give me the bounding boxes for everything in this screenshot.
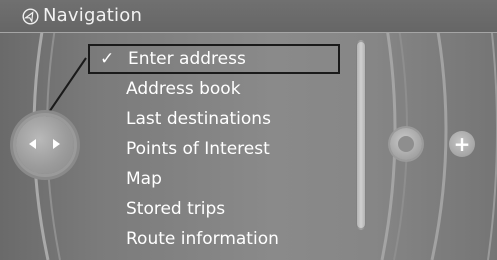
selection-pointer-line bbox=[44, 57, 87, 119]
menu-item-label: Map bbox=[126, 169, 162, 189]
navigation-menu: ✓ Enter address Address book Last destin… bbox=[88, 44, 348, 254]
title-bar: Navigation bbox=[0, 0, 497, 33]
navigation-icon bbox=[22, 8, 39, 25]
menu-item-enter-address[interactable]: ✓ Enter address bbox=[88, 44, 340, 74]
controller-knob-icon[interactable] bbox=[16, 116, 74, 174]
menu-item-label: Route information bbox=[126, 229, 279, 249]
map-icon[interactable] bbox=[390, 128, 422, 160]
page-title: Navigation bbox=[43, 5, 143, 26]
menu-item-label: Stored trips bbox=[126, 199, 226, 219]
menu-item-map[interactable]: Map bbox=[88, 164, 348, 194]
scrollbar-thumb[interactable] bbox=[357, 42, 365, 228]
arrow-left-icon bbox=[29, 139, 36, 149]
menu-item-points-of-interest[interactable]: Points of Interest bbox=[88, 134, 348, 164]
check-icon: ✓ bbox=[100, 49, 115, 69]
plus-button[interactable]: + bbox=[449, 131, 475, 157]
map-button-inner bbox=[398, 136, 414, 152]
menu-item-label: Points of Interest bbox=[126, 139, 270, 159]
scrollbar[interactable] bbox=[356, 40, 366, 230]
menu-item-stored-trips[interactable]: Stored trips bbox=[88, 194, 348, 224]
plus-icon: + bbox=[453, 132, 471, 156]
menu-item-label: Enter address bbox=[128, 49, 246, 69]
navigation-screen: Navigation ✓ Enter address Address book … bbox=[0, 0, 497, 260]
menu-item-label: Last destinations bbox=[126, 109, 271, 129]
menu-item-route-information[interactable]: Route information bbox=[88, 224, 348, 254]
menu-item-address-book[interactable]: Address book bbox=[88, 74, 348, 104]
arrow-right-icon bbox=[53, 139, 60, 149]
menu-item-label: Address book bbox=[126, 79, 241, 99]
menu-item-last-destinations[interactable]: Last destinations bbox=[88, 104, 348, 134]
